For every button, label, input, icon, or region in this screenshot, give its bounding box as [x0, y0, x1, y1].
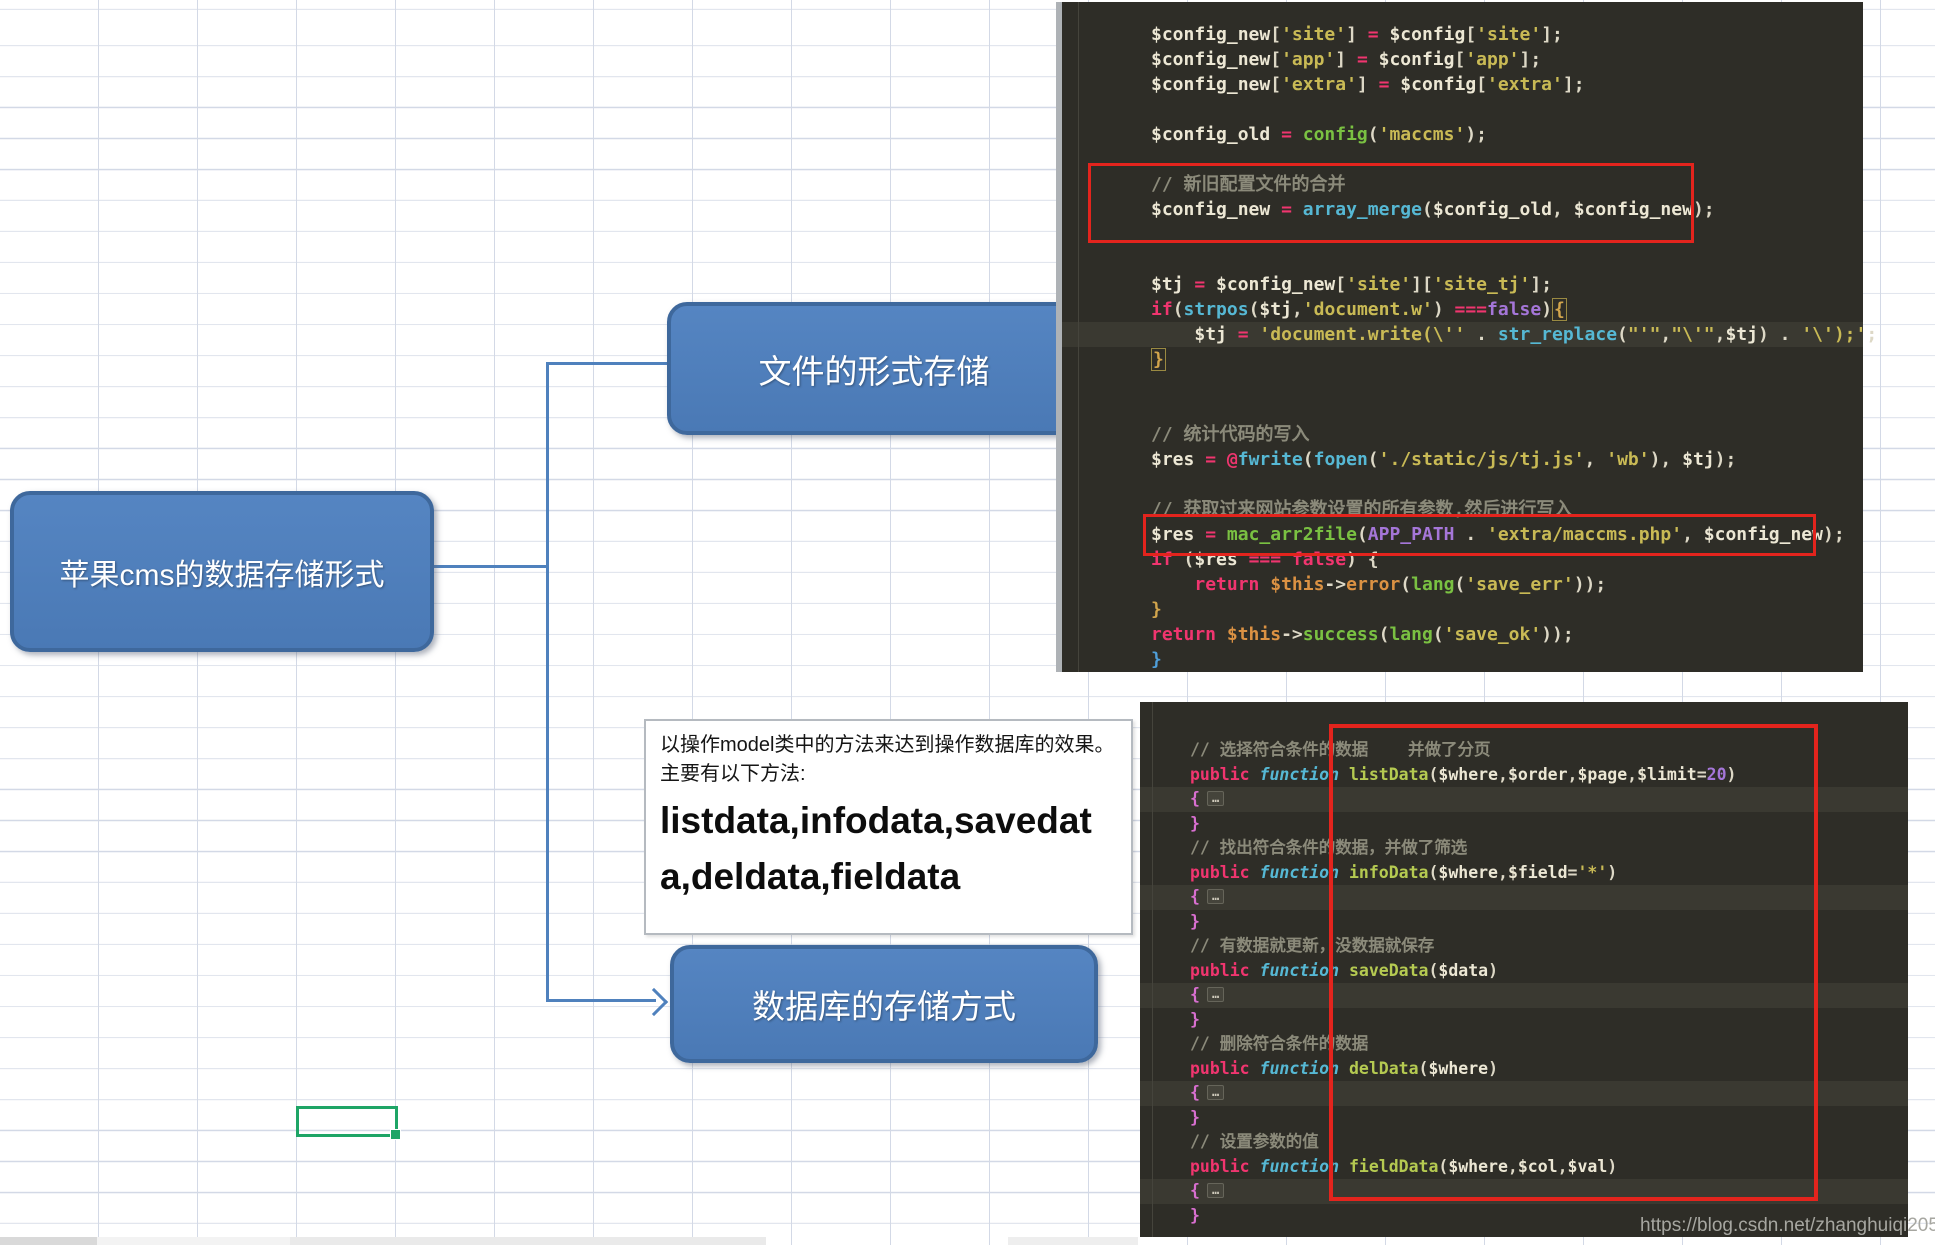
code-line: [1151, 247, 1853, 272]
note-textbox[interactable]: 以操作model类中的方法来达到操作数据库的效果。主要有以下方法: listda…: [644, 719, 1133, 935]
red-highlight-model-methods: [1329, 724, 1818, 1201]
watermark-url: https://blog.csdn.net/zhanghuiqi205: [1640, 1215, 1920, 1237]
code-line: }: [1151, 647, 1853, 672]
bottom-strip-fragment: [97, 1237, 290, 1245]
shape-database-storage-label: 数据库的存储方式: [752, 980, 1016, 1028]
shape-file-storage-label: 文件的形式存储: [759, 345, 990, 393]
connector-vertical: [546, 362, 549, 1002]
shape-apple-cms-label: 苹果cms的数据存储形式: [60, 550, 385, 594]
code-line: $config_new['site'] = $config['site'];: [1151, 22, 1853, 47]
shape-apple-cms-storage[interactable]: 苹果cms的数据存储形式: [10, 491, 434, 652]
code-line: return $this->error(lang('save_err'));: [1151, 572, 1853, 597]
code-line: [1151, 397, 1853, 422]
connector-to-top-box: [546, 362, 667, 365]
code-screenshot-config-save[interactable]: $config_new['site'] = $config['site'];$c…: [1056, 2, 1863, 672]
connector-left-to-junction: [426, 565, 549, 568]
code-line: // 统计代码的写入: [1151, 422, 1853, 447]
code-line: $res = @fwrite(fopen('./static/js/tj.js'…: [1151, 447, 1853, 472]
bottom-strip-fragment: [290, 1237, 766, 1245]
red-highlight-array-merge: [1088, 163, 1694, 243]
bottom-strip-fragment: [0, 1237, 97, 1245]
editor-gutter-line: [1152, 702, 1153, 1237]
note-methods-text: listdata,infodata,savedata,deldata,field…: [660, 793, 1117, 904]
code-line: $config_new['extra'] = $config['extra'];: [1151, 72, 1853, 97]
code-line: if(strpos($tj,'document.w') ===false){: [1151, 297, 1853, 322]
code-line: return $this->success(lang('save_ok'));: [1151, 622, 1853, 647]
red-highlight-mac-arr2file: [1143, 514, 1816, 556]
code-line: $tj = $config_new['site']['site_tj'];: [1151, 272, 1853, 297]
code-line: $tj = 'document.write(\'' . str_replace(…: [1062, 322, 1863, 347]
excel-canvas: 苹果cms的数据存储形式 文件的形式存储 数据库的存储方式 以操作model类中…: [0, 0, 1935, 1245]
code-line: $config_old = config('maccms');: [1151, 122, 1853, 147]
shape-database-storage[interactable]: 数据库的存储方式: [670, 945, 1098, 1063]
code-line: $config_new['app'] = $config['app'];: [1151, 47, 1853, 72]
code-line: }: [1151, 597, 1853, 622]
fill-handle[interactable]: [390, 1129, 401, 1140]
code-line: [1151, 97, 1853, 122]
editor-gutter-line: [1078, 2, 1079, 672]
note-intro-text: 以操作model类中的方法来达到操作数据库的效果。主要有以下方法:: [660, 731, 1117, 789]
code-line: }: [1151, 347, 1853, 372]
shape-file-storage[interactable]: 文件的形式存储: [667, 302, 1081, 435]
code-line: [1151, 372, 1853, 397]
code-line: [1151, 472, 1853, 497]
bottom-strip-fragment: [1008, 1237, 1138, 1245]
active-cell[interactable]: [296, 1106, 398, 1137]
